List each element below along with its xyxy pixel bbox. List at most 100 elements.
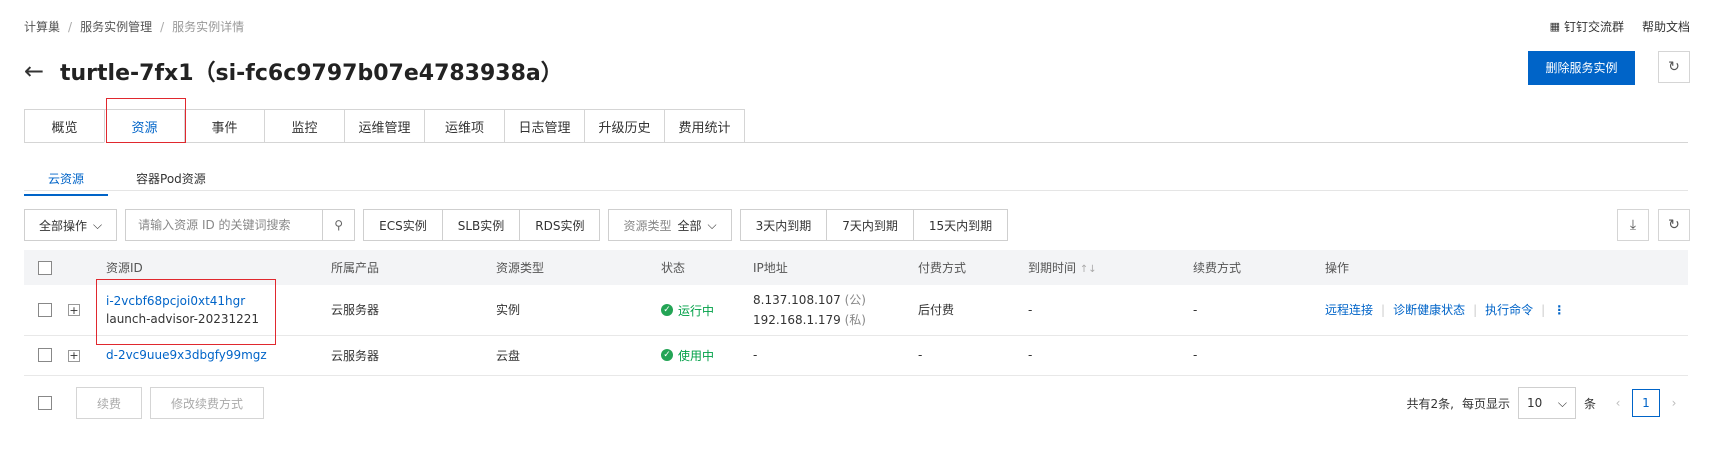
ip-cell: -	[753, 335, 918, 376]
resource-id-link[interactable]: d-2vc9uue9x3dbgfy99mgz	[106, 348, 267, 362]
filter-slb-button[interactable]: SLB实例	[441, 209, 521, 241]
sub-tabs: 云资源 容器Pod资源	[24, 170, 230, 196]
expiry-filter-group: 3天内到期 7天内到期 15天内到期	[739, 209, 1009, 241]
renew-cell: -	[1193, 335, 1325, 376]
row-checkbox[interactable]	[38, 303, 52, 317]
breadcrumb-item-compute-nest[interactable]: 计算巢	[24, 18, 60, 35]
page-nav: ‹ 1 ›	[1604, 387, 1688, 419]
modify-renewal-button[interactable]: 修改续费方式	[150, 387, 265, 419]
resource-type-dropdown[interactable]: 资源类型 全部 ⌵	[608, 209, 732, 241]
ip-private-value: 192.168.1.179	[753, 313, 841, 328]
ip-private-tag: (私)	[844, 313, 866, 328]
search-icon[interactable]: ⚲	[322, 210, 354, 240]
select-all-checkbox[interactable]	[38, 260, 52, 275]
renew-cell: -	[1193, 285, 1325, 336]
col-actions: 操作	[1325, 250, 1688, 285]
ip-public-value: 8.137.108.107	[753, 293, 841, 308]
check-circle-icon: ✓	[661, 349, 673, 362]
tab-ops-management[interactable]: 运维管理	[344, 109, 425, 143]
action-divider: |	[1473, 302, 1478, 317]
ip-private: 192.168.1.179 (私)	[753, 311, 918, 328]
col-status: 状态	[661, 250, 753, 285]
bulk-action-dropdown[interactable]: 全部操作 ⌵	[24, 209, 118, 241]
subtabs-divider	[24, 190, 1688, 191]
subtab-cloud-resources[interactable]: 云资源	[24, 170, 109, 196]
product-cell: 云服务器	[331, 285, 496, 336]
resource-type-value: 全部	[677, 218, 702, 233]
tab-overview[interactable]: 概览	[24, 109, 105, 143]
expiry-15d-button[interactable]: 15天内到期	[912, 209, 1009, 241]
prev-page-icon[interactable]: ‹	[1604, 387, 1632, 419]
pagination: 共有2条, 每页显示 10 ⌵ 条 ‹ 1 ›	[1407, 387, 1688, 419]
footer-select-all-checkbox[interactable]	[38, 396, 52, 410]
page-number-current[interactable]: 1	[1632, 389, 1660, 417]
diagnose-health-link[interactable]: 诊断健康状态	[1393, 301, 1465, 318]
type-cell: 实例	[496, 285, 661, 336]
back-arrow-icon[interactable]: ←	[24, 57, 46, 85]
resource-type-label: 资源类型	[623, 218, 672, 233]
tab-upgrade-history[interactable]: 升级历史	[584, 109, 665, 143]
expand-row-icon[interactable]: +	[68, 304, 80, 317]
billing-cell: -	[918, 335, 1028, 376]
row-checkbox[interactable]	[38, 348, 52, 363]
highlight-box-tab	[106, 98, 186, 143]
expiry-3d-button[interactable]: 3天内到期	[739, 209, 828, 241]
breadcrumb-separator: /	[160, 19, 165, 34]
type-cell: 云盘	[496, 335, 661, 376]
col-product: 所属产品	[331, 250, 496, 285]
status-badge: ✓ 运行中	[661, 302, 714, 319]
col-resource-type: 资源类型	[496, 250, 661, 285]
col-expiry[interactable]: 到期时间 ↑↓	[1028, 250, 1193, 285]
col-billing: 付费方式	[918, 250, 1028, 285]
search-input[interactable]	[126, 210, 323, 240]
filter-ecs-button[interactable]: ECS实例	[363, 209, 443, 241]
bulk-action-label: 全部操作	[39, 218, 88, 233]
total-count: 共有2条,	[1406, 396, 1454, 411]
breadcrumb-item-service-instances[interactable]: 服务实例管理	[80, 18, 152, 35]
page-size-value: 10	[1526, 396, 1543, 410]
toolbar: 全部操作 ⌵ ⚲ ECS实例 SLB实例 RDS实例 资源类型 全部 ⌵ 3天内…	[24, 209, 1009, 241]
expand-row-icon[interactable]: +	[68, 349, 80, 362]
expiry-cell: -	[1028, 335, 1193, 376]
action-divider: |	[1381, 302, 1386, 317]
expiry-7d-button[interactable]: 7天内到期	[826, 209, 914, 241]
status-text: 运行中	[678, 303, 715, 318]
status-text: 使用中	[678, 348, 715, 363]
subtab-pod-resources[interactable]: 容器Pod资源	[136, 170, 230, 196]
refresh-icon[interactable]: ↻	[1658, 209, 1690, 241]
ip-public-tag: (公)	[844, 293, 866, 308]
chevron-down-icon: ⌵	[707, 217, 717, 232]
dingtalk-label: 钉钉交流群	[1563, 20, 1624, 34]
resource-filter-group: ECS实例 SLB实例 RDS实例	[363, 209, 601, 241]
next-page-icon[interactable]: ›	[1660, 387, 1688, 419]
help-doc-link[interactable]: 帮助文档	[1642, 18, 1690, 35]
tab-ops-items[interactable]: 运维项	[424, 109, 505, 143]
top-links: ▦ 钉钉交流群 帮助文档	[1550, 18, 1690, 35]
breadcrumb-separator: /	[68, 19, 73, 34]
page-size-select[interactable]: 10 ⌵	[1517, 387, 1576, 419]
qr-code-icon: ▦	[1549, 20, 1560, 33]
expiry-cell: -	[1028, 285, 1193, 336]
renew-button[interactable]: 续费	[76, 387, 143, 419]
download-icon[interactable]: ⤓	[1617, 209, 1649, 241]
tab-cost-stats[interactable]: 费用统计	[664, 109, 745, 143]
billing-cell: 后付费	[918, 285, 1028, 336]
per-page-label: 每页显示	[1461, 396, 1510, 411]
tab-events[interactable]: 事件	[184, 109, 265, 143]
filter-rds-button[interactable]: RDS实例	[519, 209, 601, 241]
tab-monitoring[interactable]: 监控	[264, 109, 345, 143]
status-badge: ✓ 使用中	[661, 347, 714, 364]
refresh-icon[interactable]: ↻	[1658, 51, 1690, 83]
remote-connect-link[interactable]: 远程连接	[1325, 301, 1373, 318]
highlight-box-resource	[96, 279, 276, 345]
sort-icon[interactable]: ↑↓	[1080, 264, 1097, 275]
tab-log-management[interactable]: 日志管理	[504, 109, 585, 143]
action-divider: |	[1541, 302, 1546, 317]
more-actions-icon[interactable]: ⋮	[1553, 303, 1565, 317]
ip-public: 8.137.108.107 (公)	[753, 291, 918, 308]
breadcrumb-item-current: 服务实例详情	[172, 20, 245, 34]
page-title: turtle-7fx1（si-fc6c9797b07e4783938a）	[60, 61, 563, 86]
delete-instance-button[interactable]: 删除服务实例	[1528, 51, 1635, 85]
run-command-link[interactable]: 执行命令	[1485, 301, 1533, 318]
dingtalk-link[interactable]: ▦ 钉钉交流群	[1550, 18, 1624, 35]
